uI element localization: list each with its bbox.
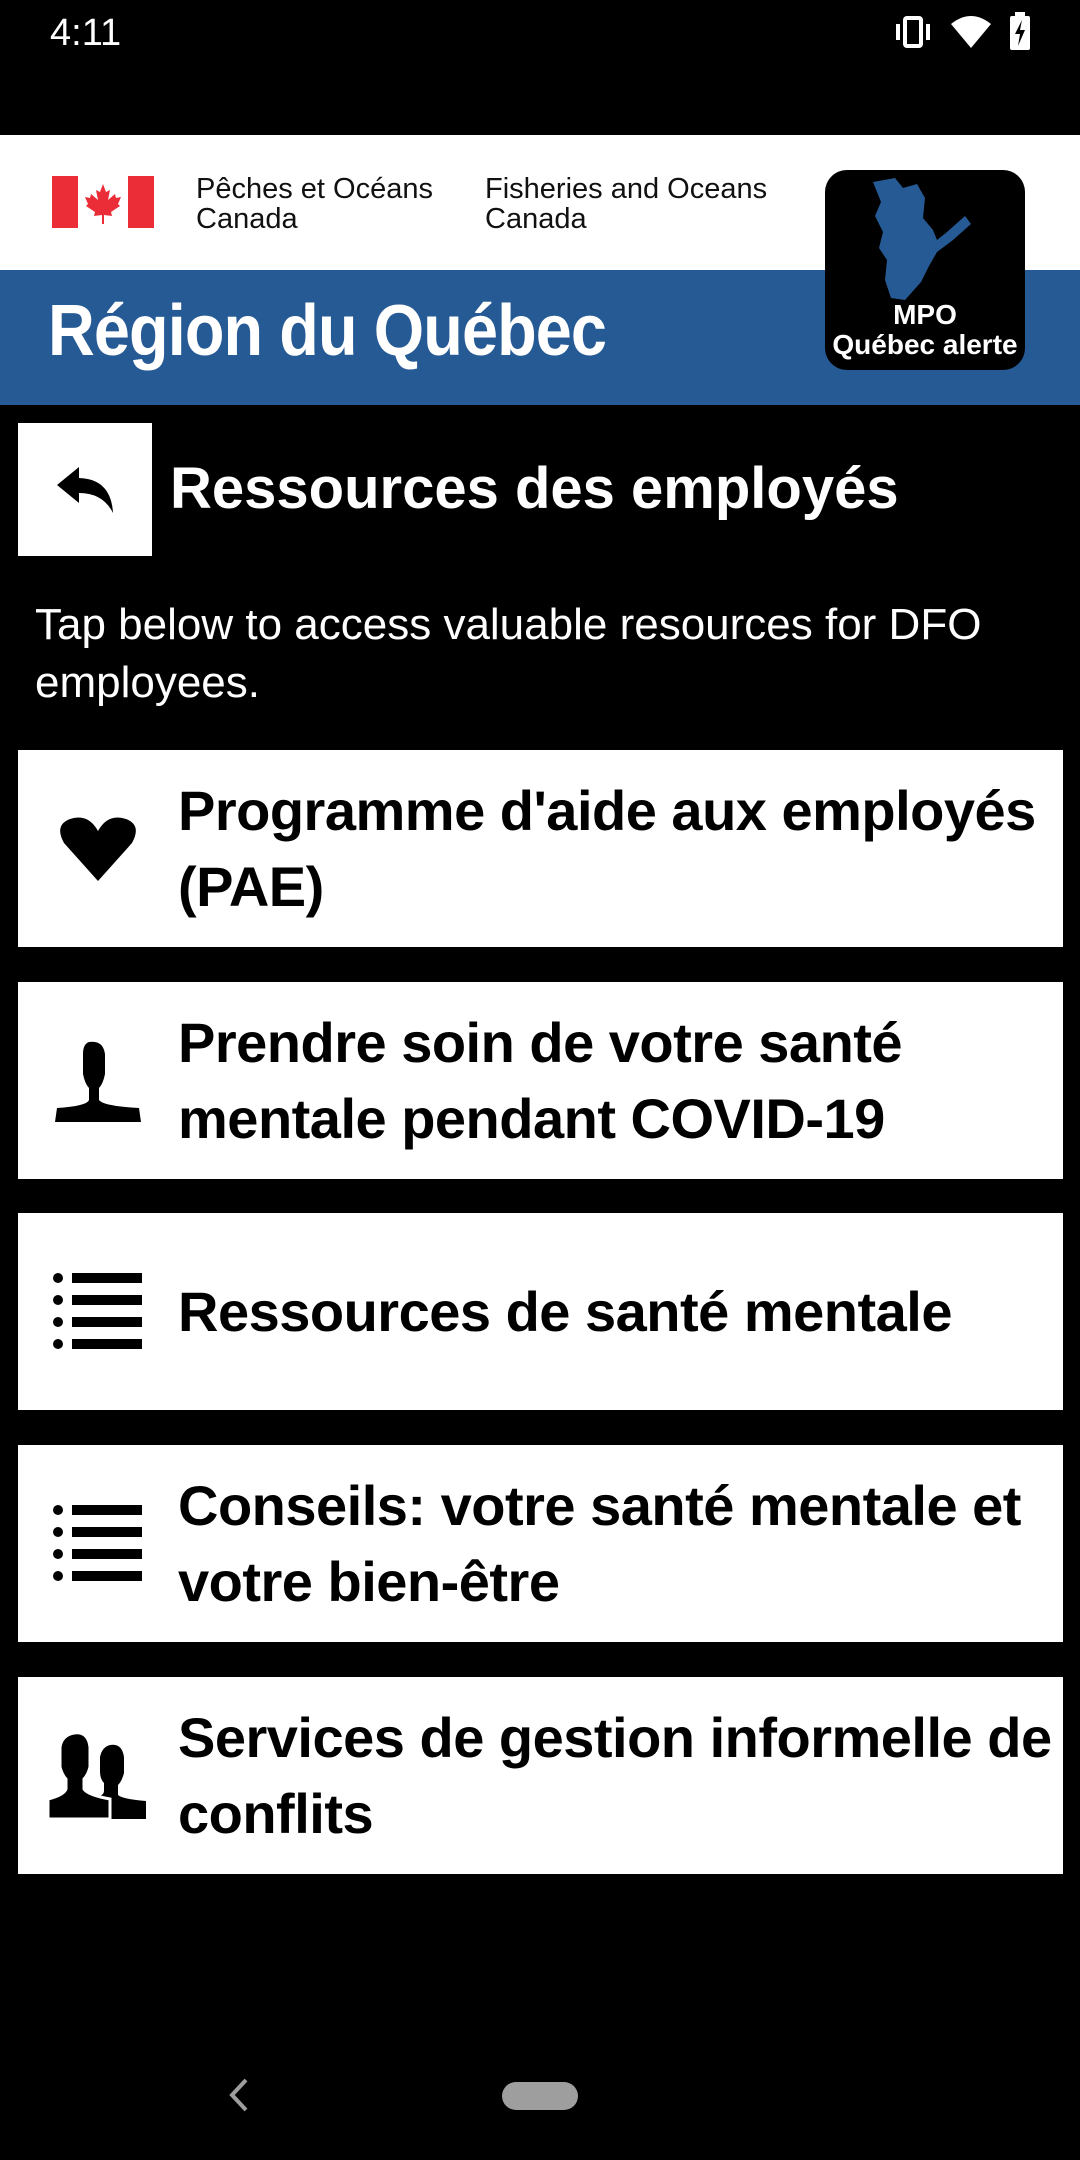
back-button[interactable] [18, 423, 152, 556]
resource-label: Prendre soin de votre santé mentale pend… [178, 1010, 903, 1150]
back-chevron-icon[interactable] [226, 2078, 252, 2112]
department-en-line2: Canada [485, 203, 587, 235]
status-time: 4:11 [50, 12, 122, 54]
reply-arrow-icon [57, 466, 113, 513]
resource-item-mental-health-resources[interactable]: Ressources de santé mentale [18, 1213, 1063, 1410]
resource-item-wellbeing-tips[interactable]: Conseils: votre santé mentale et votre b… [18, 1445, 1063, 1642]
resource-item-pae[interactable]: Programme d'aide aux employés (PAE) [18, 750, 1063, 947]
page-description: Tap below to access valuable resources f… [35, 600, 982, 707]
region-title: Région du Québec [48, 291, 607, 371]
group-icon [48, 1732, 146, 1819]
list-icon [53, 1504, 142, 1581]
department-fr-line1: Pêches et Océans [196, 173, 433, 205]
quebec-map-icon [873, 178, 971, 300]
resource-item-conflict-management[interactable]: Services de gestion informelle de confli… [18, 1677, 1063, 1874]
resource-label: Services de gestion informelle de confli… [178, 1705, 1052, 1845]
battery-charging-icon [1010, 12, 1030, 50]
list-icon [53, 1272, 142, 1349]
home-pill[interactable] [502, 2082, 578, 2110]
canada-flag-icon [52, 176, 154, 228]
app-logo: MPO Québec alerte [825, 170, 1025, 370]
department-name-fr: Pêches et Océans Canada [196, 174, 433, 234]
resource-item-covid-mental-health[interactable]: Prendre soin de votre santé mentale pend… [18, 982, 1063, 1179]
resource-label: Programme d'aide aux employés (PAE) [178, 778, 1036, 918]
wifi-icon [951, 16, 991, 48]
person-icon [55, 1041, 141, 1122]
resource-label: Ressources de santé mentale [178, 1279, 952, 1343]
logo-line1: MPO [893, 299, 957, 330]
resource-label: Conseils: votre santé mentale et votre b… [178, 1473, 1021, 1613]
department-fr-line2: Canada [196, 203, 298, 235]
department-en-line1: Fisheries and Oceans [485, 173, 768, 205]
heart-icon [60, 817, 136, 881]
department-name-en: Fisheries and Oceans Canada [485, 174, 767, 234]
vibrate-icon [896, 16, 930, 48]
logo-line2: Québec alerte [832, 329, 1018, 360]
page-title: Ressources des employés [170, 456, 899, 521]
